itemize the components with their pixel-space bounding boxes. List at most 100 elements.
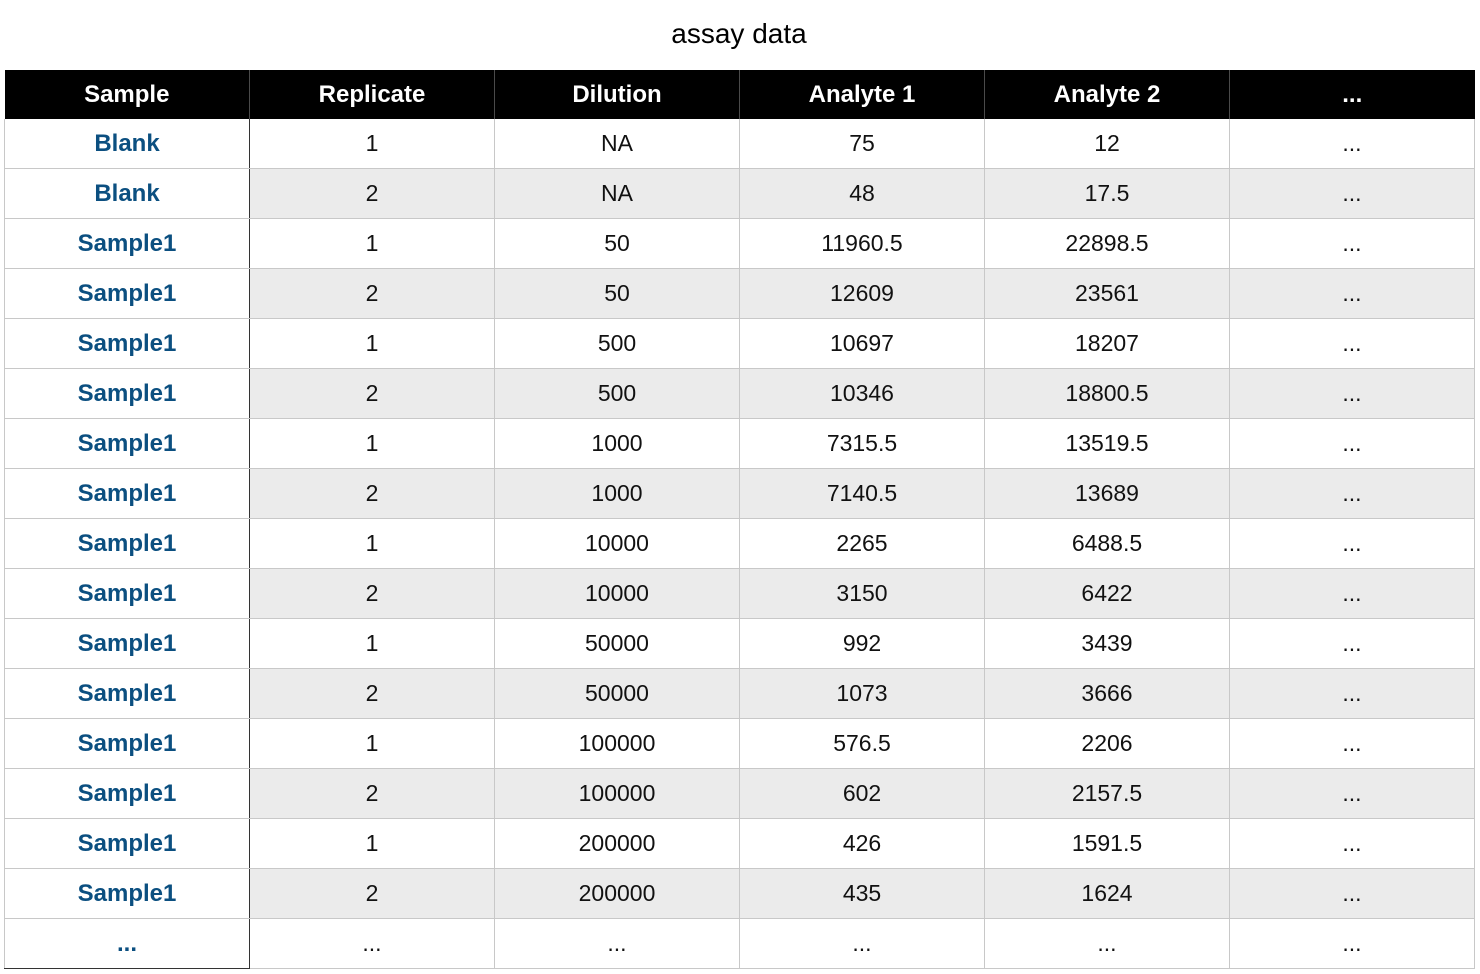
cell-analyte-1: 48	[739, 168, 985, 219]
column-header-dilution: Dilution	[494, 70, 740, 119]
cell-sample: Sample1	[4, 268, 250, 319]
cell-dilution: NA	[494, 119, 740, 169]
table-body: Blank 1 NA 75 12... Blank 2 NA 48 17.5... Sample1 1…	[4, 119, 1475, 969]
cell-analyte-2: 22898.5	[984, 218, 1230, 269]
cell-analyte-1: 602	[739, 768, 985, 819]
table-row: Sample1 2 200000 435 1624...	[4, 868, 1475, 919]
cell-sample: Sample1	[4, 468, 250, 519]
cell-sample: Blank	[4, 119, 250, 169]
cell-analyte-1: 12609	[739, 268, 985, 319]
cell-replicate: 1	[249, 818, 495, 869]
cell-analyte-1: 10346	[739, 368, 985, 419]
cell-replicate: 2	[249, 868, 495, 919]
cell-analyte-1: 7140.5	[739, 468, 985, 519]
cell-replicate: 1	[249, 418, 495, 469]
cell-more: ...	[1229, 268, 1475, 319]
cell-more: ...	[1229, 868, 1475, 919]
cell-replicate: 2	[249, 168, 495, 219]
cell-dilution: 10000	[494, 518, 740, 569]
cell-more: ...	[1229, 718, 1475, 769]
cell-analyte-2: 1591.5	[984, 818, 1230, 869]
cell-analyte-1: ...	[739, 918, 985, 969]
cell-more: ...	[1229, 768, 1475, 819]
cell-analyte-1: 10697	[739, 318, 985, 369]
cell-dilution: NA	[494, 168, 740, 219]
cell-replicate: 1	[249, 318, 495, 369]
cell-sample: Blank	[4, 168, 250, 219]
cell-replicate: 2	[249, 668, 495, 719]
table-row: Sample1 1 500 10697 18207...	[4, 318, 1475, 369]
table-row: Sample1 2 50000 1073 3666...	[4, 668, 1475, 719]
page-title: assay data	[671, 18, 807, 49]
cell-more: ...	[1229, 368, 1475, 419]
cell-analyte-2: 23561	[984, 268, 1230, 319]
cell-replicate: ...	[249, 918, 495, 969]
cell-analyte-2: 2206	[984, 718, 1230, 769]
cell-replicate: 2	[249, 768, 495, 819]
cell-more: ...	[1229, 918, 1475, 969]
cell-analyte-1: 3150	[739, 568, 985, 619]
cell-analyte-1: 1073	[739, 668, 985, 719]
assay-data-table: Sample Replicate Dilution Analyte 1 Anal…	[4, 70, 1475, 969]
cell-more: ...	[1229, 119, 1475, 169]
cell-analyte-1: 992	[739, 618, 985, 669]
cell-analyte-2: 13519.5	[984, 418, 1230, 469]
cell-analyte-2: 3439	[984, 618, 1230, 669]
cell-more: ...	[1229, 518, 1475, 569]
cell-analyte-2: 17.5	[984, 168, 1230, 219]
cell-sample: Sample1	[4, 668, 250, 719]
cell-more: ...	[1229, 168, 1475, 219]
cell-replicate: 2	[249, 368, 495, 419]
cell-replicate: 1	[249, 119, 495, 169]
cell-analyte-2: 3666	[984, 668, 1230, 719]
cell-more: ...	[1229, 668, 1475, 719]
column-header-replicate: Replicate	[249, 70, 495, 119]
cell-dilution: 50000	[494, 618, 740, 669]
cell-replicate: 1	[249, 218, 495, 269]
cell-dilution: 200000	[494, 818, 740, 869]
cell-sample: Sample1	[4, 868, 250, 919]
cell-dilution: 50000	[494, 668, 740, 719]
cell-analyte-2: 12	[984, 119, 1230, 169]
table-row: Sample1 1 10000 2265 6488.5...	[4, 518, 1475, 569]
cell-replicate: 1	[249, 718, 495, 769]
cell-replicate: 2	[249, 568, 495, 619]
table-row: Blank 2 NA 48 17.5...	[4, 168, 1475, 219]
cell-analyte-2: 18207	[984, 318, 1230, 369]
table-row: Sample1 1 50000 992 3439...	[4, 618, 1475, 669]
cell-dilution: 1000	[494, 468, 740, 519]
table-row: Sample1 1 200000 426 1591.5...	[4, 818, 1475, 869]
cell-analyte-2: 18800.5	[984, 368, 1230, 419]
table-row: Sample1 2 10000 3150 6422...	[4, 568, 1475, 619]
cell-sample: Sample1	[4, 618, 250, 669]
cell-analyte-2: 2157.5	[984, 768, 1230, 819]
cell-analyte-2: 1624	[984, 868, 1230, 919]
cell-dilution: 500	[494, 368, 740, 419]
table-row: Sample1 1 1000 7315.5 13519.5...	[4, 418, 1475, 469]
cell-dilution: 50	[494, 218, 740, 269]
cell-sample: Sample1	[4, 718, 250, 769]
cell-analyte-1: 75	[739, 119, 985, 169]
table-row: Sample1 2 1000 7140.5 13689...	[4, 468, 1475, 519]
cell-replicate: 2	[249, 468, 495, 519]
cell-analyte-2: 6422	[984, 568, 1230, 619]
cell-replicate: 1	[249, 618, 495, 669]
table-row: Sample1 2 100000 602 2157.5...	[4, 768, 1475, 819]
table-header: Sample Replicate Dilution Analyte 1 Anal…	[4, 70, 1475, 119]
cell-analyte-2: ...	[984, 918, 1230, 969]
table-row: Sample1 2 50 12609 23561...	[4, 268, 1475, 319]
cell-sample: Sample1	[4, 818, 250, 869]
cell-analyte-1: 7315.5	[739, 418, 985, 469]
table-row: Sample1 1 50 11960.5 22898.5...	[4, 218, 1475, 269]
cell-sample: ...	[4, 918, 250, 969]
cell-more: ...	[1229, 218, 1475, 269]
cell-dilution: 1000	[494, 418, 740, 469]
table-row: ..................	[4, 918, 1475, 969]
cell-analyte-2: 6488.5	[984, 518, 1230, 569]
cell-dilution: 50	[494, 268, 740, 319]
cell-dilution: 200000	[494, 868, 740, 919]
cell-sample: Sample1	[4, 318, 250, 369]
cell-analyte-1: 2265	[739, 518, 985, 569]
header-row: Sample Replicate Dilution Analyte 1 Anal…	[4, 70, 1475, 119]
cell-dilution: 10000	[494, 568, 740, 619]
